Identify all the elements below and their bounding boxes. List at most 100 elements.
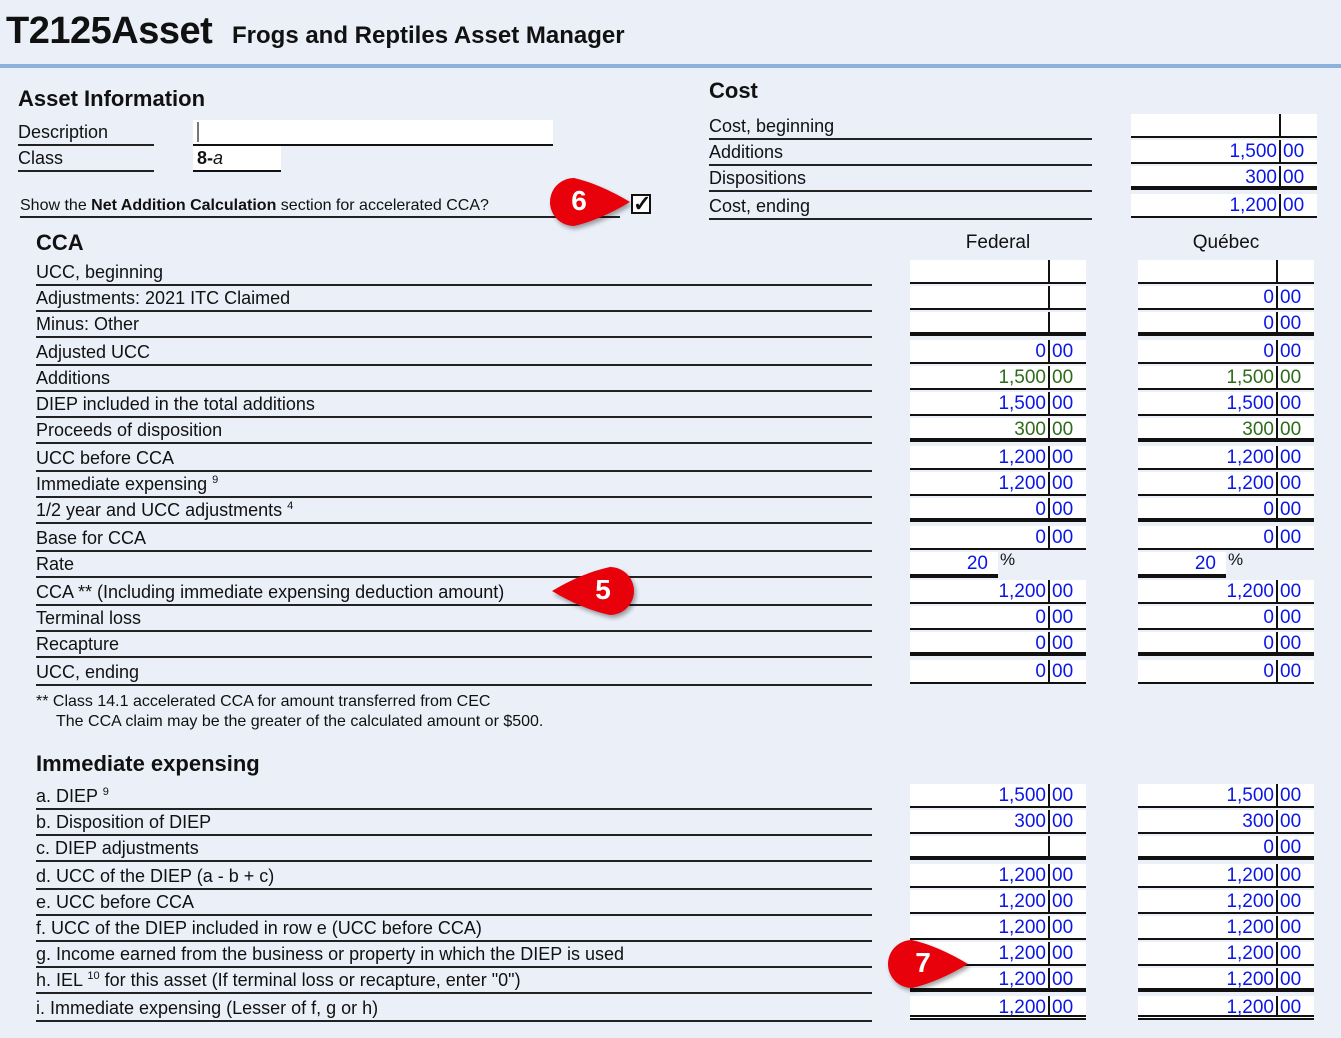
callout-badge-7: 7	[886, 936, 968, 992]
federal-amount-field[interactable]: 0 00	[910, 606, 1086, 630]
amount-dollars	[910, 260, 1048, 282]
federal-amount-field[interactable]: 1,200 00	[910, 580, 1086, 604]
quebec-amount-field[interactable]: 1,200 00	[1138, 864, 1314, 888]
immediate-expensing-heading: Immediate expensing	[36, 751, 260, 776]
amount-cents: 00	[1048, 810, 1073, 832]
quebec-amount-field[interactable]: 0 00	[1138, 526, 1314, 550]
quebec-amount-field[interactable]: 1,500 00	[1138, 392, 1314, 416]
quebec-amount-field[interactable]: 1,200 00	[1138, 916, 1314, 940]
amount-dollars: 1,500	[1229, 141, 1277, 162]
amount-dollars: 1,500	[998, 393, 1046, 414]
quebec-amount-field[interactable]: 1,200 00	[1138, 890, 1314, 914]
cca-row-label-text: 1/2 year and UCC adjustments	[36, 500, 288, 520]
quebec-amount-field[interactable]: 1,200 00	[1138, 968, 1314, 992]
form-header: T2125Asset Frogs and Reptiles Asset Mana…	[0, 0, 1341, 64]
federal-amount-field[interactable]: 1,200 00	[910, 890, 1086, 914]
cost-amount-field[interactable]: 300 00	[1131, 166, 1317, 190]
footnote-ref: 10	[87, 970, 100, 982]
quebec-amount-field[interactable]: 0 00	[1138, 660, 1314, 684]
class-label: Class	[18, 148, 154, 172]
quebec-amount-field[interactable]: 0 00	[1138, 836, 1314, 860]
federal-amount-field[interactable]: 1,500 00	[910, 392, 1086, 416]
cca-row-label: Adjusted UCC	[36, 340, 872, 366]
cca-row-label-text: CCA ** (Including immediate expensing de…	[36, 582, 505, 602]
amount-cents	[1279, 114, 1283, 136]
cca-row-label: Proceeds of disposition	[36, 418, 872, 444]
quebec-amount-field[interactable]	[1138, 260, 1314, 284]
cca-row-label-text: Recapture	[36, 634, 120, 654]
federal-amount-field[interactable]: 0 00	[910, 632, 1086, 656]
amount-cents: 00	[1048, 784, 1073, 806]
quebec-amount-field[interactable]: 1,500 00	[1138, 366, 1314, 390]
federal-amount-field[interactable]: 1,500 00	[910, 366, 1086, 390]
federal-amount-field[interactable]: 0 00	[910, 526, 1086, 550]
description-input[interactable]	[193, 120, 553, 146]
amount-dollars: 1,200	[1226, 447, 1274, 468]
cca-row-label: Minus: Other	[36, 312, 872, 338]
amount-dollars: 0	[1263, 499, 1274, 520]
amount-cents: 00	[1276, 784, 1301, 806]
amount-cents: 00	[1279, 166, 1304, 188]
federal-amount-field[interactable]: 1,200 00	[910, 864, 1086, 888]
footnote-ref: 9	[102, 786, 109, 798]
quebec-amount-field[interactable]: 0 00	[1138, 632, 1314, 656]
cost-amount-field[interactable]: 1,500 00	[1131, 140, 1317, 164]
quebec-amount-field[interactable]: 0 00	[1138, 312, 1314, 336]
quebec-amount-field[interactable]: 1,200 00	[1138, 446, 1314, 470]
cost-amount-field[interactable]	[1131, 114, 1317, 138]
quebec-amount-field[interactable]: 0 00	[1138, 498, 1314, 522]
quebec-amount-field[interactable]: 1,200 00	[1138, 942, 1314, 966]
amount-cents: 00	[1048, 942, 1073, 964]
quebec-amount-field[interactable]: 1,200 00	[1138, 580, 1314, 604]
federal-amount-field[interactable]: 1,200 00	[910, 996, 1086, 1020]
federal-amount-field[interactable]	[910, 836, 1086, 860]
amount-cents: 00	[1276, 472, 1301, 494]
federal-amount-field[interactable]: 1,200 00	[910, 472, 1086, 496]
cca-row-label: Adjustments: 2021 ITC Claimed	[36, 286, 872, 312]
quebec-amount-field[interactable]: 0 00	[1138, 606, 1314, 630]
cost-amount-field[interactable]: 1,200 00	[1131, 194, 1317, 218]
federal-amount-field[interactable]: 1,200 00	[910, 446, 1086, 470]
amount-dollars: 300	[1014, 419, 1046, 440]
quebec-amount-field[interactable]: 300 00	[1138, 418, 1314, 442]
quebec-amount-field[interactable]: 1,200 00	[1138, 996, 1314, 1020]
federal-amount-field[interactable]: 0 00	[910, 660, 1086, 684]
amount-cents: 00	[1048, 392, 1073, 414]
amount-cents: 00	[1276, 916, 1301, 938]
ie-row-label: i. Immediate expensing (Lesser of f, g o…	[36, 996, 872, 1022]
cca-heading: CCA	[36, 230, 84, 255]
amount-dollars: 1,200	[1226, 943, 1274, 964]
quebec-amount-field[interactable]: 1,200 00	[1138, 472, 1314, 496]
cca-row-label-text: Adjusted UCC	[36, 342, 151, 362]
federal-amount-field[interactable]	[910, 260, 1086, 284]
federal-amount-field[interactable]	[910, 312, 1086, 336]
amount-cents: 00	[1276, 418, 1301, 440]
amount-cents: 00	[1276, 526, 1301, 548]
amount-dollars: 0	[1263, 661, 1274, 682]
federal-amount-field[interactable]: 1,500 00	[910, 784, 1086, 808]
federal-amount-field[interactable]: 300 00	[910, 810, 1086, 834]
class-input[interactable]: 8-a	[193, 146, 281, 172]
amount-dollars: 300	[1242, 419, 1274, 440]
amount-dollars	[1131, 114, 1279, 136]
cca-row-label-text: Minus: Other	[36, 314, 140, 334]
federal-column-header: Federal	[965, 232, 1031, 253]
federal-amount-field[interactable]: 300 00	[910, 418, 1086, 442]
amount-cents: 00	[1048, 580, 1073, 602]
cca-row-label-text: Proceeds of disposition	[36, 420, 223, 440]
ie-row-label: c. DIEP adjustments	[36, 836, 872, 862]
federal-amount-field[interactable]: 0 00	[910, 340, 1086, 364]
quebec-amount-field[interactable]: 0 00	[1138, 286, 1314, 310]
quebec-amount-field[interactable]: 1,500 00	[1138, 784, 1314, 808]
federal-amount-field[interactable]	[910, 286, 1086, 310]
federal-amount-field[interactable]: 0 00	[910, 498, 1086, 522]
amount-dollars: 0	[1035, 527, 1046, 548]
quebec-amount-field[interactable]: 300 00	[1138, 810, 1314, 834]
amount-dollars: 0	[1263, 287, 1274, 308]
cost-row: Cost, beginning	[709, 114, 1092, 140]
quebec-amount-field[interactable]: 0 00	[1138, 340, 1314, 364]
cca-row-label-text: Adjustments: 2021 ITC Claimed	[36, 288, 291, 308]
amount-cents: 00	[1048, 890, 1073, 912]
cca-row-label-text: Base for CCA	[36, 528, 147, 548]
cca-row-label-text: Immediate expensing	[36, 474, 213, 494]
